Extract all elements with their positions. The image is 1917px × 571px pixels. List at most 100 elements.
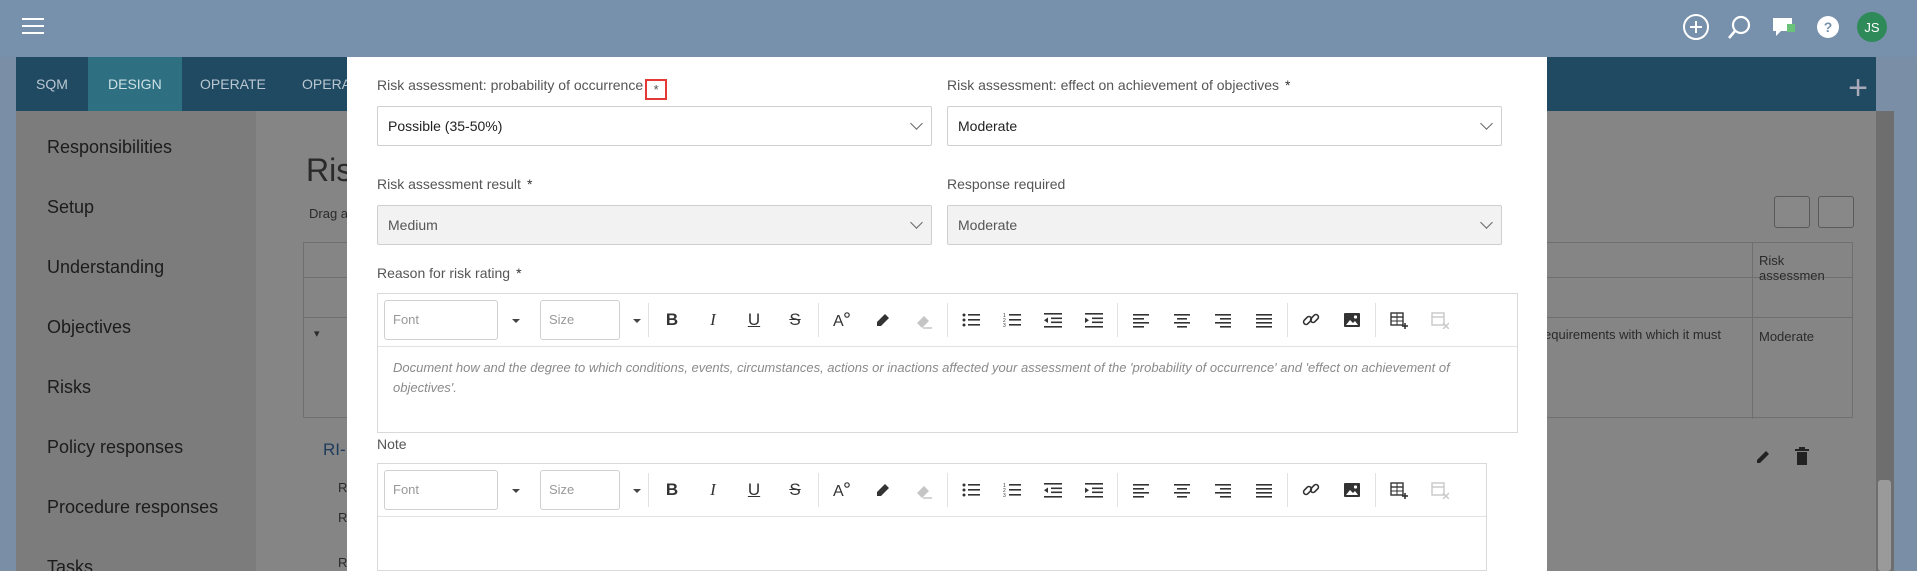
menu-icon[interactable] — [22, 18, 44, 34]
sidebar-item-objectives[interactable]: Objectives — [47, 317, 131, 338]
result-label-text: Risk assessment result — [377, 176, 521, 192]
underline-button[interactable]: U — [741, 307, 767, 333]
indent-icon[interactable] — [1081, 307, 1107, 333]
align-right-icon[interactable] — [1210, 477, 1236, 503]
table-cell-value: Moderate — [1759, 329, 1814, 344]
nav-design[interactable]: DESIGN — [88, 57, 182, 111]
top-bar: ? JS — [0, 0, 1917, 57]
effect-label-text: Risk assessment: effect on achievement o… — [947, 77, 1280, 93]
reason-editor-toolbar: Font Size B I U S A 123 — [378, 294, 1517, 347]
probability-required-mark[interactable]: * — [645, 79, 668, 100]
sidebar-item-responsibilities[interactable]: Responsibilities — [47, 137, 172, 158]
align-left-icon[interactable] — [1128, 307, 1154, 333]
nav-sqm[interactable]: SQM — [16, 57, 88, 111]
clear-format-icon[interactable] — [911, 477, 937, 503]
risk-detail-2: R — [338, 510, 348, 525]
page-scrollbar-thumb[interactable] — [1878, 480, 1891, 571]
columns-button[interactable] — [1818, 196, 1854, 228]
risk-detail-3: R — [338, 555, 348, 570]
svg-text:3: 3 — [1003, 493, 1006, 498]
risk-id[interactable]: RI- — [323, 440, 346, 460]
reason-required-mark: * — [516, 265, 522, 281]
size-dropdown-icon[interactable] — [633, 319, 641, 323]
bullet-list-icon[interactable] — [958, 477, 984, 503]
strikethrough-button[interactable]: S — [782, 477, 808, 503]
reason-editor-content[interactable]: Document how and the degree to which con… — [393, 358, 1502, 398]
align-right-icon[interactable] — [1210, 307, 1236, 333]
sidebar-item-procedure-responses[interactable]: Procedure responses — [47, 497, 218, 518]
help-icon[interactable]: ? — [1813, 12, 1843, 42]
underline-button[interactable]: U — [741, 477, 767, 503]
add-tab-icon[interactable]: + — [1848, 69, 1868, 108]
align-center-icon[interactable] — [1169, 307, 1195, 333]
response-label: Response required — [947, 176, 1066, 192]
avatar[interactable]: JS — [1857, 12, 1887, 42]
result-required-mark: * — [526, 176, 533, 192]
insert-table-icon[interactable] — [1386, 477, 1412, 503]
highlight-icon[interactable] — [870, 307, 896, 333]
response-value: Moderate — [958, 217, 1018, 233]
link-icon[interactable] — [1298, 307, 1324, 333]
chevron-down-icon — [910, 216, 923, 229]
sidebar-item-policy-responses[interactable]: Policy responses — [47, 437, 183, 458]
delete-table-icon[interactable] — [1427, 477, 1453, 503]
svg-text:A: A — [833, 483, 844, 499]
top-bar-actions: ? JS — [1681, 12, 1887, 42]
font-dropdown-icon[interactable] — [512, 319, 520, 323]
font-color-icon[interactable]: A — [829, 307, 855, 333]
indent-icon[interactable] — [1081, 477, 1107, 503]
page-hint: Drag a — [309, 206, 349, 221]
search-icon[interactable] — [1725, 12, 1755, 42]
align-center-icon[interactable] — [1169, 477, 1195, 503]
sidebar-item-understanding[interactable]: Understanding — [47, 257, 164, 278]
table-header-risk-assessment: Risk assessmen — [1759, 253, 1825, 283]
chat-icon[interactable] — [1769, 12, 1799, 42]
align-justify-icon[interactable] — [1251, 307, 1277, 333]
response-select[interactable]: Moderate — [947, 205, 1502, 245]
align-left-icon[interactable] — [1128, 477, 1154, 503]
add-circle-icon[interactable] — [1681, 12, 1711, 42]
sidebar-item-risks[interactable]: Risks — [47, 377, 91, 398]
export-button[interactable] — [1774, 196, 1810, 228]
effect-value: Moderate — [958, 118, 1018, 134]
font-input[interactable]: Font — [384, 470, 498, 510]
size-dropdown-icon[interactable] — [633, 489, 641, 493]
effect-select[interactable]: Moderate — [947, 106, 1502, 146]
insert-table-icon[interactable] — [1386, 307, 1412, 333]
page-title: Ris — [306, 152, 353, 188]
sidebar-item-tasks[interactable]: Tasks — [47, 557, 93, 571]
highlight-icon[interactable] — [870, 477, 896, 503]
italic-button[interactable]: I — [700, 477, 726, 503]
bold-button[interactable]: B — [659, 477, 685, 503]
image-icon[interactable] — [1339, 307, 1365, 333]
clear-format-icon[interactable] — [911, 307, 937, 333]
numbered-list-icon[interactable]: 123 — [999, 477, 1025, 503]
italic-button[interactable]: I — [700, 307, 726, 333]
result-select[interactable]: Medium — [377, 205, 932, 245]
outdent-icon[interactable] — [1040, 307, 1066, 333]
result-value: Medium — [388, 217, 438, 233]
size-input[interactable]: Size — [540, 300, 620, 340]
probability-select[interactable]: Possible (35-50%) — [377, 106, 932, 146]
outdent-icon[interactable] — [1040, 477, 1066, 503]
sidebar-item-setup[interactable]: Setup — [47, 197, 94, 218]
font-color-icon[interactable]: A — [829, 477, 855, 503]
link-icon[interactable] — [1298, 477, 1324, 503]
numbered-list-icon[interactable]: 123 — [999, 307, 1025, 333]
font-input[interactable]: Font — [384, 300, 498, 340]
row-expand-icon[interactable]: ▾ — [314, 327, 320, 340]
delete-icon[interactable] — [1794, 447, 1810, 470]
bold-button[interactable]: B — [659, 307, 685, 333]
size-input[interactable]: Size — [540, 470, 620, 510]
probability-value: Possible (35-50%) — [388, 118, 503, 134]
font-dropdown-icon[interactable] — [512, 489, 520, 493]
image-icon[interactable] — [1339, 477, 1365, 503]
nav-operate[interactable]: OPERATE — [180, 57, 286, 111]
note-editor: Font Size B I U S A 123 — [377, 463, 1487, 571]
edit-icon[interactable] — [1754, 448, 1772, 471]
bullet-list-icon[interactable] — [958, 307, 984, 333]
delete-table-icon[interactable] — [1427, 307, 1453, 333]
strikethrough-button[interactable]: S — [782, 307, 808, 333]
note-editor-content[interactable] — [393, 524, 1471, 564]
align-justify-icon[interactable] — [1251, 477, 1277, 503]
